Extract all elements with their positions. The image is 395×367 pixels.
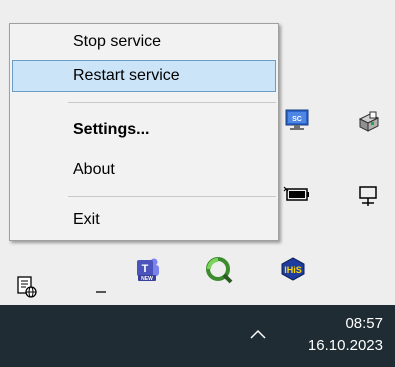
menu-item-label: Stop service (73, 33, 162, 50)
menu-item-label: Exit (73, 211, 100, 228)
printer-icon[interactable] (356, 110, 380, 134)
sc-monitor-icon[interactable]: SC (285, 108, 309, 132)
taskbar-clock[interactable]: 08:57 16.10.2023 (277, 305, 395, 367)
menu-item-restart-service[interactable]: Restart service (12, 60, 276, 92)
network-monitor-icon[interactable] (356, 184, 380, 208)
clock-date: 16.10.2023 (307, 337, 383, 354)
ihis-icon[interactable]: IHiS (280, 257, 305, 281)
menu-item-settings[interactable]: Settings... (12, 114, 276, 146)
svg-text:SC: SC (292, 116, 302, 123)
chevron-up-icon[interactable] (248, 326, 268, 342)
battery-icon[interactable] (283, 182, 309, 206)
menu-item-label: Restart service (73, 67, 180, 84)
clock-time: 08:57 (345, 315, 383, 332)
context-menu: Stop service Restart service Settings...… (9, 23, 279, 241)
svg-text:IHiS: IHiS (284, 265, 302, 275)
menu-separator (68, 196, 276, 197)
menu-separator (68, 102, 276, 103)
menu-item-label: Settings... (73, 121, 150, 138)
menu-item-about[interactable]: About (12, 154, 276, 186)
teams-new-icon[interactable]: T NEW (135, 256, 159, 282)
svg-text:T: T (142, 263, 149, 275)
minus-icon[interactable] (90, 275, 114, 299)
svg-text:NEW: NEW (141, 276, 153, 282)
menu-item-exit[interactable]: Exit (12, 204, 276, 236)
menu-item-label: About (73, 161, 115, 178)
menu-item-stop-service[interactable]: Stop service (12, 26, 276, 58)
network-settings-icon[interactable] (15, 275, 39, 299)
green-r-icon[interactable] (205, 256, 233, 284)
